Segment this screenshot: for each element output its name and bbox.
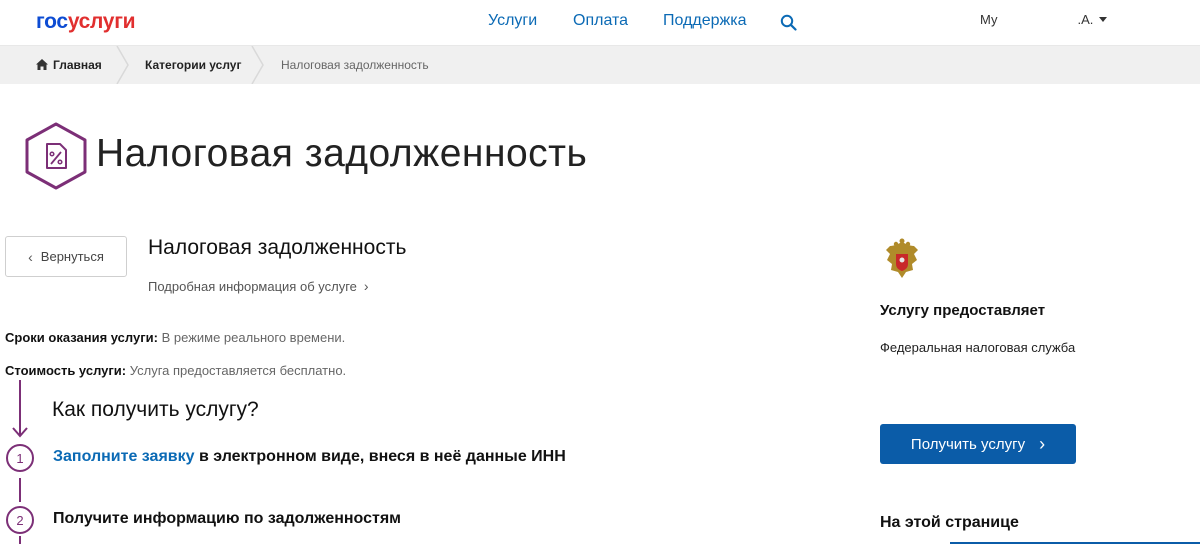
- gosuslugi-logo[interactable]: госуслуги: [36, 10, 136, 34]
- service-terms: Сроки оказания услуги: В режиме реальног…: [5, 330, 345, 345]
- tax-percent-icon: [25, 122, 87, 190]
- step-item: Получите информацию по задолженностям: [53, 510, 401, 528]
- provider-name: Федеральная налоговая служба: [880, 340, 1076, 355]
- service-cost-label: Стоимость услуги:: [5, 363, 127, 378]
- nav-payment[interactable]: Оплата: [573, 12, 628, 30]
- logo-part-uslugi: услуги: [67, 10, 136, 33]
- fill-application-link[interactable]: Заполните заявку: [53, 448, 195, 465]
- chevron-right-icon: ›: [363, 278, 369, 294]
- service-terms-value: В режиме реального времени.: [161, 330, 346, 345]
- step-item-text: Получите информацию по задолженностям: [53, 510, 402, 527]
- user-menu[interactable]: Му .А.: [980, 12, 1108, 27]
- breadcrumb-current: Налоговая задолженность: [281, 58, 429, 72]
- step-item-text: в электронном виде, внеся в неё данные И…: [194, 448, 566, 465]
- provider-heading: Услугу предоставляет: [880, 302, 1046, 319]
- back-button-label: Вернуться: [40, 249, 104, 264]
- page-title: Налоговая задолженность: [96, 132, 588, 175]
- on-page-heading: На этой странице: [880, 514, 1019, 531]
- top-header: госуслуги Услуги Оплата Поддержка Му .А.: [0, 0, 1200, 46]
- home-icon: [36, 59, 48, 70]
- steps-heading: Как получить услугу?: [52, 398, 259, 421]
- get-service-label: Получить услугу: [910, 435, 1026, 453]
- breadcrumb: Главная Категории услуг Налоговая задолж…: [0, 46, 1200, 84]
- user-initials: .А.: [1077, 12, 1094, 27]
- step-number: 1: [6, 444, 34, 472]
- breadcrumb-separator: [251, 46, 264, 84]
- service-cost-value: Услуга предоставляется бесплатно.: [129, 363, 347, 378]
- breadcrumb-home[interactable]: Главная: [36, 58, 102, 72]
- chevron-left-icon: ‹: [28, 248, 33, 265]
- service-cost: Стоимость услуги: Услуга предоставляется…: [5, 363, 346, 378]
- service-details-link[interactable]: Подробная информация об услуге ›: [148, 278, 369, 294]
- step-number: 2: [6, 506, 34, 534]
- breadcrumb-home-label: Главная: [53, 58, 102, 72]
- user-label: Му: [980, 12, 998, 27]
- service-heading: Налоговая задолженность: [148, 236, 407, 259]
- get-service-button[interactable]: Получить услугу ›: [880, 424, 1076, 464]
- search-icon[interactable]: [780, 14, 797, 31]
- step-item: Заполните заявку в электронном виде, вне…: [53, 448, 566, 466]
- chevron-right-icon: ›: [1039, 433, 1046, 454]
- nav-services[interactable]: Услуги: [488, 12, 537, 30]
- breadcrumb-categories[interactable]: Категории услуг: [145, 58, 241, 72]
- breadcrumb-separator: [116, 46, 129, 84]
- service-details-label: Подробная информация об услуге: [148, 279, 357, 294]
- service-terms-label: Сроки оказания услуги:: [5, 330, 158, 345]
- nav-support[interactable]: Поддержка: [663, 12, 746, 30]
- coat-of-arms-icon: [886, 238, 918, 278]
- logo-part-gos: гос: [36, 10, 68, 33]
- caret-down-icon: [1099, 17, 1108, 22]
- back-button[interactable]: ‹ Вернуться: [5, 236, 127, 277]
